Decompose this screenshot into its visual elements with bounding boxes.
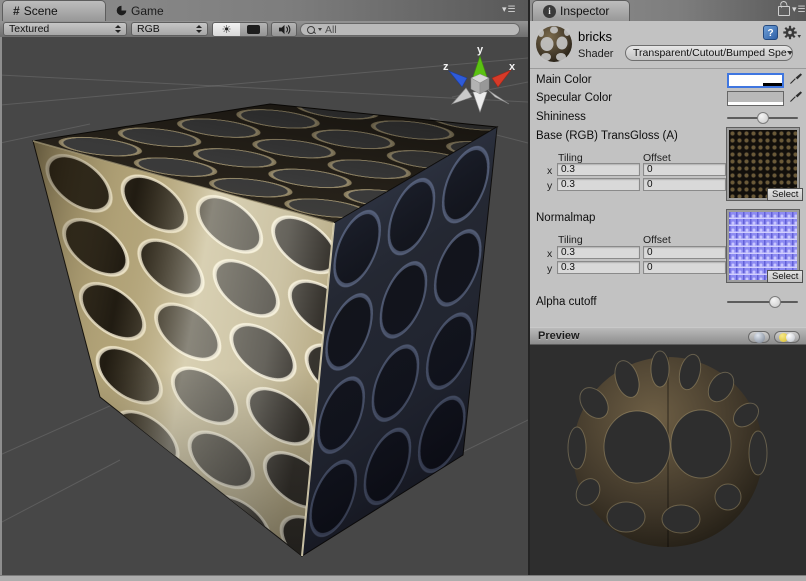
gizmo-z-label: z xyxy=(443,61,449,73)
gizmo-y-label: y xyxy=(477,44,484,56)
render-mode-dropdown[interactable]: Textured xyxy=(3,22,127,36)
normal-x-label: x xyxy=(547,248,552,260)
base-map-label: Base (RGB) TransGloss (A) xyxy=(536,130,678,142)
gear-icon[interactable] xyxy=(783,25,801,40)
search-value: All xyxy=(325,24,337,36)
tab-scene[interactable]: # Scene xyxy=(2,0,106,21)
gizmo-cube-icon[interactable] xyxy=(471,74,489,94)
gizmo-x-label: x xyxy=(509,61,516,73)
tab-scene-label: Scene xyxy=(24,4,58,18)
normal-offset-x-input[interactable] xyxy=(643,246,726,259)
gizmo-axis-gray-icon[interactable] xyxy=(488,90,509,104)
normalmap-select-button[interactable]: Select xyxy=(767,270,803,283)
eyedropper-icon[interactable] xyxy=(788,90,802,104)
preview-title: Preview xyxy=(538,330,580,342)
shader-dropdown[interactable]: Transparent/Cutout/Bumped Spe xyxy=(625,45,793,61)
speaker-icon xyxy=(278,24,291,35)
image-icon xyxy=(247,25,260,34)
tab-game[interactable]: Game xyxy=(106,0,174,21)
base-offset-x-input[interactable] xyxy=(643,163,726,176)
preview-lighting-button[interactable] xyxy=(774,331,800,343)
scene-panel-menu-icon[interactable]: ▾☰ xyxy=(502,4,517,15)
game-icon xyxy=(116,5,127,16)
normal-offset-header: Offset xyxy=(643,234,671,246)
scene-3d-render: y x z xyxy=(2,37,528,575)
base-texture-select-button[interactable]: Select xyxy=(767,188,803,201)
chevron-down-icon xyxy=(787,51,793,55)
tab-inspector-label: Inspector xyxy=(560,4,609,18)
scene-audio-toggle[interactable] xyxy=(271,22,297,37)
shader-value: Transparent/Cutout/Bumped Spe xyxy=(633,47,787,59)
gizmo-axis-z-icon[interactable] xyxy=(449,71,467,87)
scene-lighting-toggle[interactable]: ☀ xyxy=(212,22,241,37)
preview-sphere-render xyxy=(530,345,806,575)
search-icon xyxy=(307,26,315,34)
base-tiling-y-input[interactable] xyxy=(557,178,640,191)
alpha-cutoff-label: Alpha cutoff xyxy=(536,296,597,308)
gizmo-axis-gray-icon[interactable] xyxy=(473,92,487,112)
color-mode-value: RGB xyxy=(137,23,160,35)
scene-viewport[interactable]: y x z xyxy=(0,37,528,575)
material-preview-icon xyxy=(534,24,574,64)
main-color-alpha-bar xyxy=(729,83,782,86)
scene-tabbar: # Scene Game ▾☰ xyxy=(0,0,528,21)
specular-color-label: Specular Color xyxy=(536,92,612,104)
main-color-swatch[interactable] xyxy=(727,73,784,88)
tab-inspector[interactable]: i Inspector xyxy=(532,0,630,21)
scene-grid-icon: # xyxy=(13,5,20,17)
dropdown-arrows-icon xyxy=(114,24,121,34)
color-mode-dropdown[interactable]: RGB xyxy=(131,22,208,36)
window-bottom-strip xyxy=(0,575,806,581)
preview-sphere-button[interactable] xyxy=(748,331,770,343)
help-icon[interactable]: ? xyxy=(763,25,778,40)
normal-y-label: y xyxy=(547,263,552,275)
base-offset-y-input[interactable] xyxy=(643,178,726,191)
shininess-slider-handle[interactable] xyxy=(757,112,769,124)
alpha-cutoff-slider-handle[interactable] xyxy=(769,296,781,308)
specular-color-alpha-bar xyxy=(728,102,783,105)
orientation-gizmo[interactable]: y x z xyxy=(443,44,516,112)
normal-tiling-header: Tiling xyxy=(558,234,583,246)
shininess-label: Shininess xyxy=(536,111,586,123)
shader-label: Shader xyxy=(578,48,613,60)
info-icon: i xyxy=(543,5,556,18)
light-dot-icon xyxy=(786,333,795,342)
panel-divider[interactable] xyxy=(528,0,530,581)
dropdown-arrows-icon xyxy=(195,24,202,34)
normal-tiling-x-input[interactable] xyxy=(557,246,640,259)
inspector-panel: bricks Shader Transparent/Cutout/Bumped … xyxy=(530,21,806,575)
main-color-label: Main Color xyxy=(536,74,592,86)
specular-color-swatch[interactable] xyxy=(727,91,784,106)
sphere-icon xyxy=(754,332,765,343)
preview-area[interactable]: + xyxy=(530,345,806,575)
base-x-label: x xyxy=(547,165,552,177)
render-mode-value: Textured xyxy=(9,23,49,35)
search-filter-caret-icon xyxy=(318,28,322,31)
base-tiling-x-input[interactable] xyxy=(557,163,640,176)
sun-icon: ☀ xyxy=(222,23,232,36)
material-header: bricks Shader Transparent/Cutout/Bumped … xyxy=(530,21,806,69)
cube-model xyxy=(33,104,497,556)
normal-tiling-y-input[interactable] xyxy=(557,261,640,274)
normal-offset-y-input[interactable] xyxy=(643,261,726,274)
tab-game-label: Game xyxy=(131,4,164,18)
normalmap-label: Normalmap xyxy=(536,212,595,224)
lock-icon[interactable] xyxy=(778,6,790,16)
base-y-label: y xyxy=(547,180,552,192)
preview-header[interactable]: Preview xyxy=(530,327,806,345)
inspector-tabbar: i Inspector ▾☰ xyxy=(530,0,806,21)
eyedropper-icon[interactable] xyxy=(788,72,802,86)
alpha-cutoff-slider-track[interactable] xyxy=(727,301,798,303)
material-name: bricks xyxy=(578,29,612,44)
scene-search-field[interactable]: All xyxy=(300,23,520,36)
scene-toolbar: Textured RGB ☀ All xyxy=(0,21,528,38)
inspector-panel-menu-icon[interactable]: ▾☰ xyxy=(792,4,806,15)
unity-editor-window: # Scene Game ▾☰ Textured RGB ☀ xyxy=(0,0,806,581)
scene-effects-toggle[interactable] xyxy=(240,22,268,37)
